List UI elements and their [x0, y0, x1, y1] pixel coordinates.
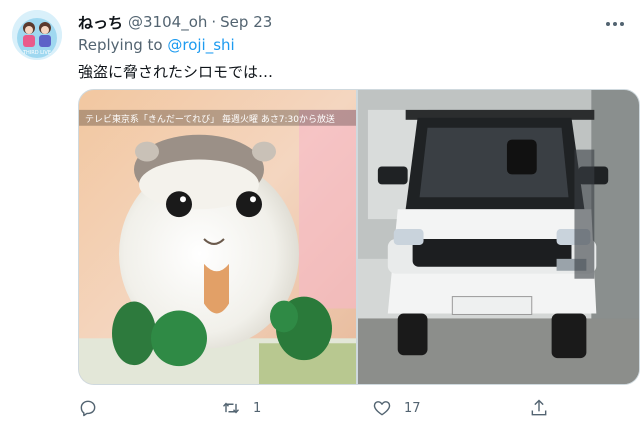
share-button[interactable]: [529, 394, 549, 422]
more-horizontal-icon: [606, 22, 624, 26]
tweet-header: ねっち @3104_oh · Sep 23: [78, 11, 272, 33]
media-image-plush[interactable]: テレビ東京系「きんだーてれび」 毎週火曜 あさ7:30から放送: [79, 90, 356, 384]
media-grid: テレビ東京系「きんだーてれび」 毎週火曜 あさ7:30から放送: [78, 89, 640, 385]
media-caption: テレビ東京系「きんだーてれび」 毎週火曜 あさ7:30から放送: [85, 113, 335, 125]
tweet-actions: 1 17: [78, 394, 558, 422]
like-button[interactable]: 17: [372, 394, 421, 422]
retweet-count: 1: [253, 400, 262, 416]
media-image-car[interactable]: [358, 90, 639, 384]
heart-icon: [373, 401, 391, 416]
more-button[interactable]: [600, 12, 630, 36]
white-car-image: [358, 90, 639, 384]
reply-to-handle-link[interactable]: @roji_shi: [167, 36, 234, 54]
user-handle[interactable]: @3104_oh: [128, 13, 207, 31]
plush-toy-image: テレビ東京系「きんだーてれび」 毎週火曜 あさ7:30から放送: [79, 90, 356, 384]
retweet-icon: [222, 402, 240, 414]
retweet-button[interactable]: 1: [221, 394, 261, 422]
like-count: 17: [404, 400, 421, 416]
reply-button[interactable]: [78, 394, 110, 422]
avatar[interactable]: THIRD LIVE: [12, 10, 62, 60]
display-name[interactable]: ねっち: [78, 12, 123, 33]
tweet-text: 強盗に脅されたシロモでは…: [78, 63, 274, 81]
avatar-image: THIRD LIVE: [12, 10, 62, 60]
replying-to-line: Replying to @roji_shi: [78, 36, 235, 54]
share-icon: [531, 399, 547, 416]
tweet-date[interactable]: Sep 23: [220, 13, 272, 31]
avatar-badge-text: THIRD LIVE: [22, 50, 51, 56]
replying-to-label: Replying to: [78, 36, 163, 54]
header-separator: ·: [211, 13, 217, 31]
reply-icon: [80, 400, 96, 417]
